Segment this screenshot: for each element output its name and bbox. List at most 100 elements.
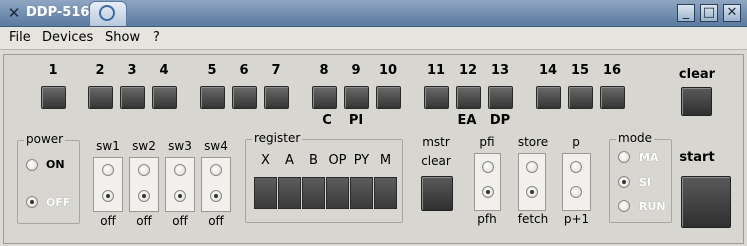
switch-number-9: 9 [351,63,361,78]
register-select-button[interactable] [374,177,397,209]
pfi-label: pfi [479,135,495,149]
switch-button-6[interactable] [232,86,257,109]
switch-number-13: 13 [490,63,510,78]
sense-switch-label: sw3 [168,139,192,153]
switch-number-6: 6 [239,63,249,78]
register-select-button[interactable] [350,177,373,209]
power-off-radio[interactable] [26,196,38,208]
switch-number-16: 16 [602,63,622,78]
mode-title: mode [616,131,655,145]
switch-button-14[interactable] [536,86,561,109]
minimize-button[interactable]: _ [677,4,695,22]
sense-switch-top-radio[interactable] [138,164,150,176]
title-bar: ✕ DDP-516 _ □ ✕ [0,0,747,27]
pfi-top-radio[interactable] [482,161,494,173]
switch-button-2[interactable] [88,86,113,109]
start-label: start [679,150,715,165]
sense-switch-top-radio[interactable] [210,164,222,176]
store-state: fetch [517,212,549,226]
sense-switch-state: off [208,214,224,228]
switch-button-10[interactable] [376,86,401,109]
close-button[interactable]: ✕ [723,4,741,22]
switch-number-10: 10 [378,63,398,78]
switch-button-9[interactable] [344,86,369,109]
sense-switch-top-radio[interactable] [102,164,114,176]
switch-button-11[interactable] [424,86,449,109]
window-title: DDP-516 [26,5,90,20]
app-icon: ✕ [7,4,21,22]
sense-switch-top-radio[interactable] [174,164,186,176]
switch-button-12[interactable] [456,86,481,109]
sense-switch-bottom-radio[interactable] [210,190,222,202]
menu-file[interactable]: File [9,30,31,46]
switch-number-1: 1 [48,63,58,78]
power-on-label: ON [46,158,65,171]
switch-number-14: 14 [538,63,558,78]
switch-number-5: 5 [207,63,217,78]
switch-number-4: 4 [159,63,169,78]
power-group [17,140,80,224]
sense-switch-bottom-radio[interactable] [138,190,150,202]
switch-number-3: 3 [127,63,137,78]
store-bottom-radio[interactable] [526,186,538,198]
mstr-label: mstr [422,135,450,149]
menu-bar: File Devices Show ? [0,27,747,50]
switch-label-dp: DP [489,113,511,128]
sense-switch-label: sw2 [132,139,156,153]
register-select-button[interactable] [326,177,349,209]
power-title: power [24,132,66,146]
p-label: p [572,135,580,149]
mode-ma-radio[interactable] [618,151,630,163]
switch-label-c: C [322,113,332,128]
title-tab[interactable] [89,1,127,26]
pfi-bottom-radio[interactable] [482,186,494,198]
register-title: register [252,131,303,145]
clear-label: clear [678,67,716,82]
switch-number-8: 8 [319,63,329,78]
switch-button-7[interactable] [264,86,289,109]
switch-button-8[interactable] [312,86,337,109]
switch-button-13[interactable] [488,86,513,109]
maximize-button[interactable]: □ [700,4,718,22]
sense-switch-bottom-radio[interactable] [174,190,186,202]
register-select-button[interactable] [302,177,325,209]
switch-button-16[interactable] [600,86,625,109]
switch-number-11: 11 [426,63,446,78]
store-label: store [517,135,549,149]
mode-si-radio[interactable] [618,176,630,188]
pfi-state: pfh [477,212,497,226]
p-state: p+1 [563,212,590,226]
sense-switch-label: sw1 [96,139,120,153]
mode-si-label: SI [639,176,652,189]
switch-number-7: 7 [271,63,281,78]
switch-number-12: 12 [458,63,478,78]
register-select-button[interactable] [254,177,277,209]
swirl-icon [99,5,115,21]
switch-button-5[interactable] [200,86,225,109]
sense-switch-label: sw4 [204,139,228,153]
sense-switch-state: off [172,214,188,228]
power-on-radio[interactable] [26,159,38,171]
switch-button-1[interactable] [41,86,66,109]
switch-number-2: 2 [95,63,105,78]
mstr-clear-button[interactable] [421,176,453,211]
switch-label-pi: PI [348,113,364,128]
sense-switch-bottom-radio[interactable] [102,190,114,202]
menu-devices[interactable]: Devices [42,30,93,46]
register-label: M [379,153,392,168]
start-button[interactable] [681,176,731,228]
store-top-radio[interactable] [526,161,538,173]
mode-run-radio[interactable] [618,200,630,212]
mode-run-label: RUN [639,200,666,213]
p-bottom-radio[interactable] [570,186,582,198]
register-select-button[interactable] [278,177,301,209]
switch-button-3[interactable] [120,86,145,109]
clear-button[interactable] [681,87,712,116]
power-off-label: OFF [46,196,71,209]
switch-button-4[interactable] [152,86,177,109]
menu-show[interactable]: Show [105,30,140,46]
switch-button-15[interactable] [568,86,593,109]
menu-help[interactable]: ? [153,30,160,46]
p-top-radio[interactable] [570,161,582,173]
sense-switch-state: off [100,214,116,228]
